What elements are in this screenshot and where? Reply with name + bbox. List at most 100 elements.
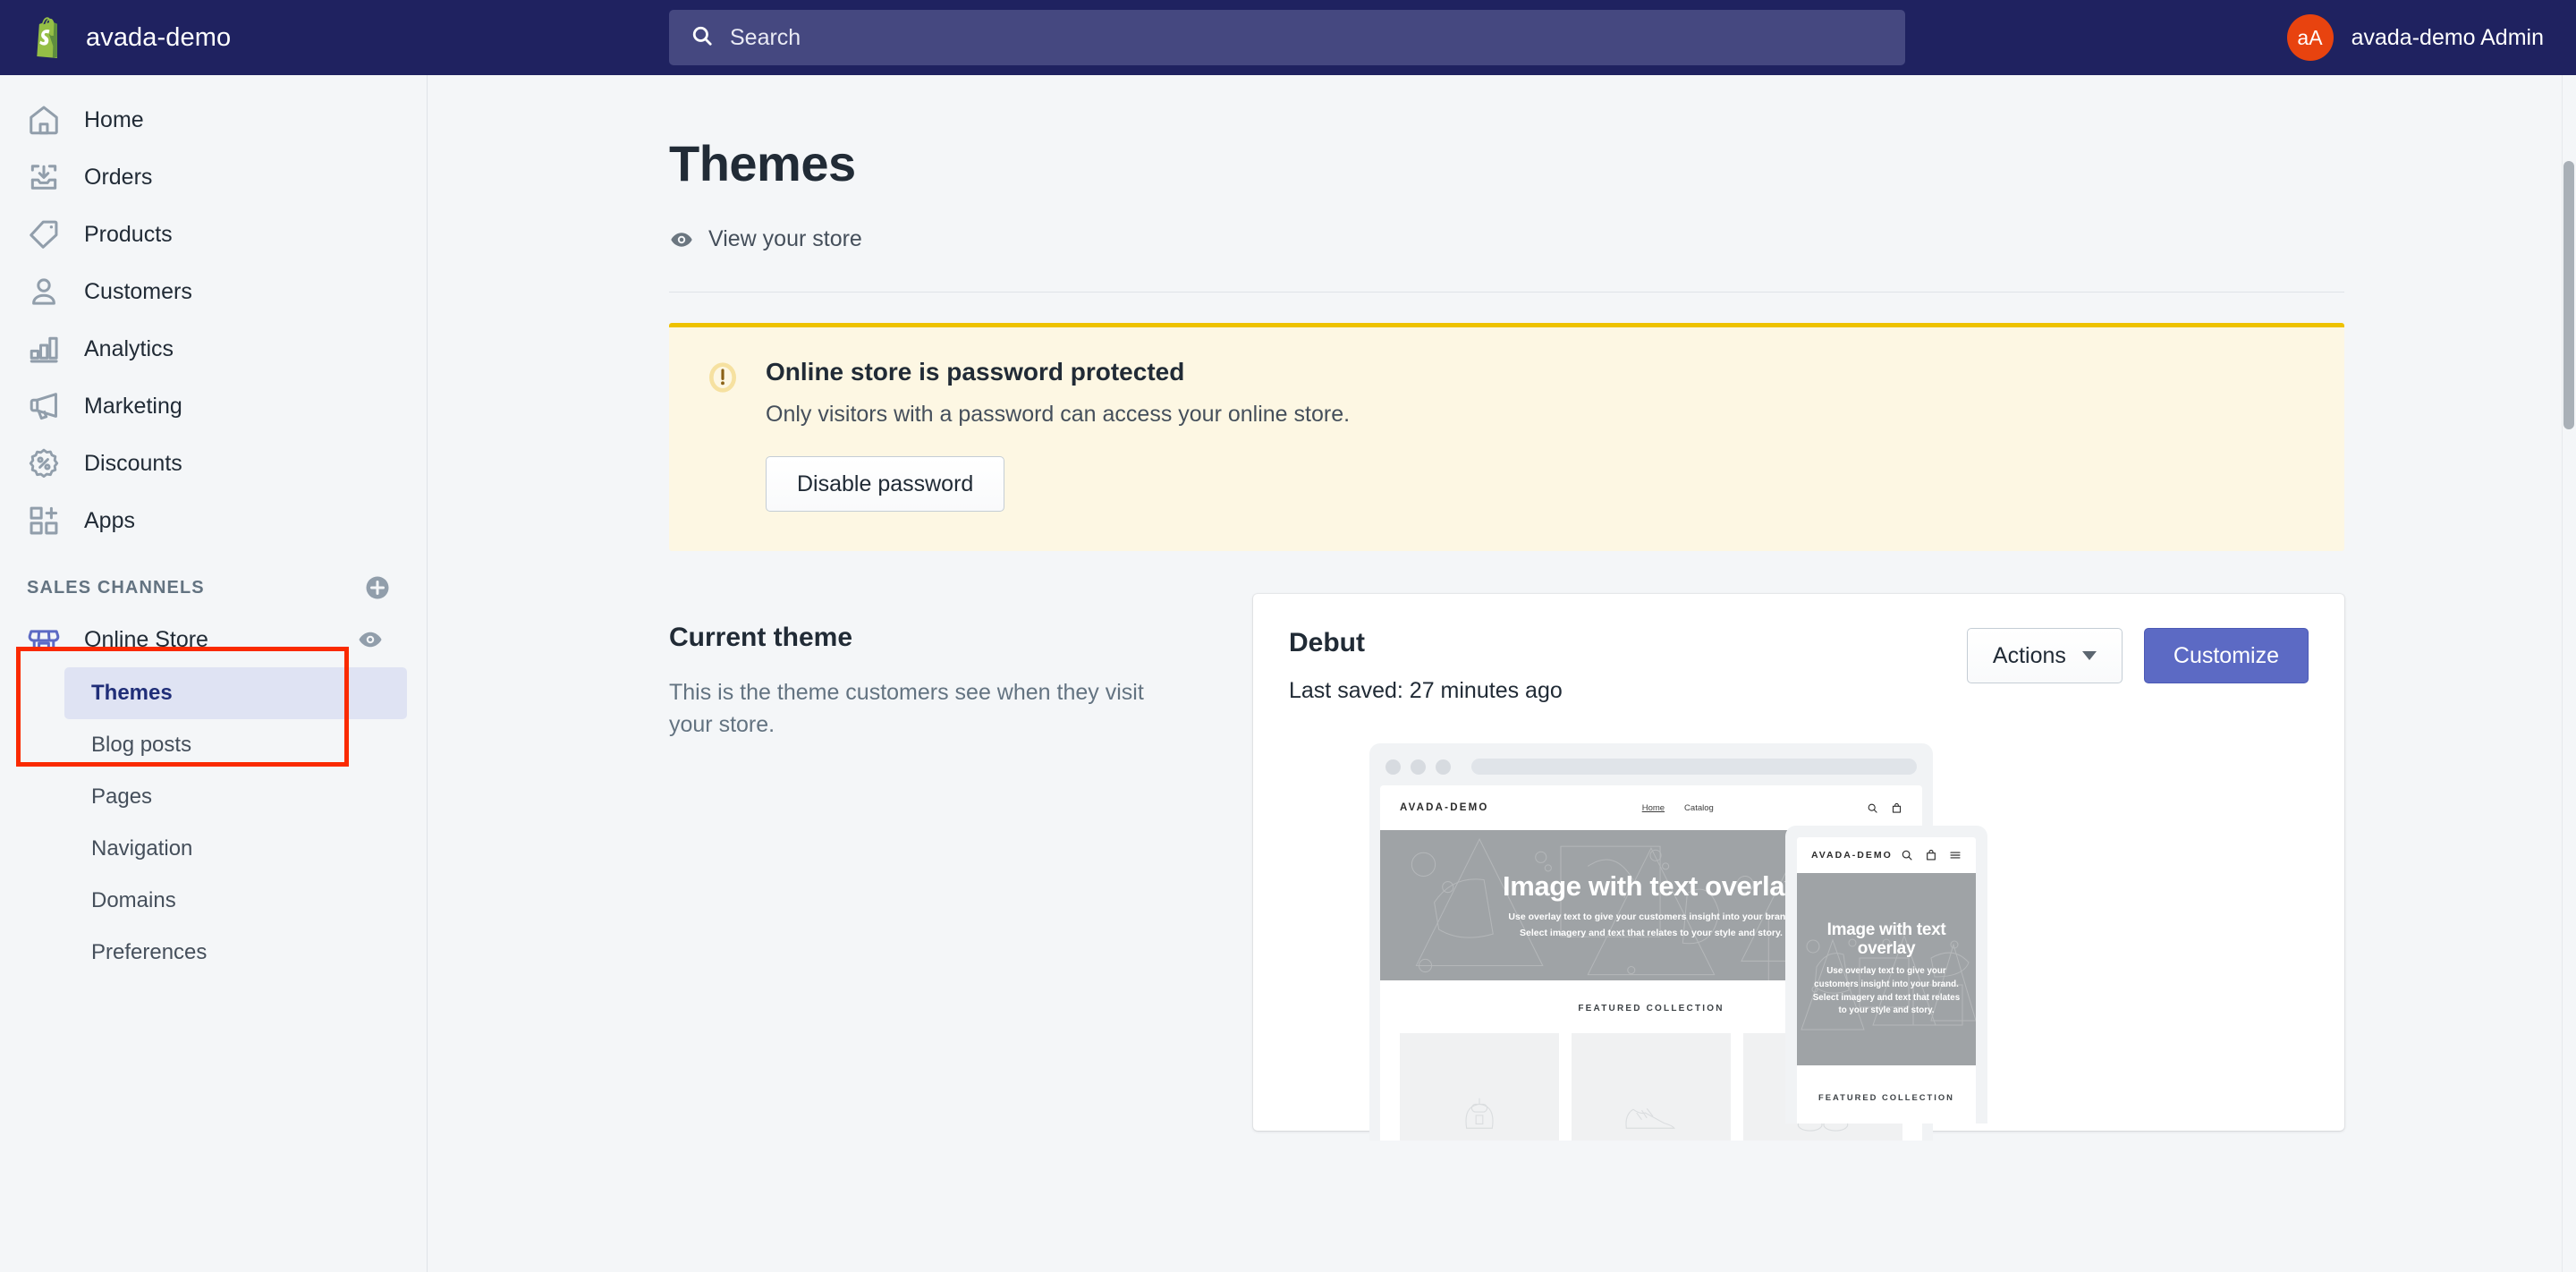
current-theme-description: This is the theme customers see when the… <box>669 680 1144 738</box>
sidebar-item-label: Home <box>84 106 144 132</box>
sidebar-item-navigation[interactable]: Navigation <box>64 823 407 875</box>
mobile-nav-icons <box>1901 849 1962 861</box>
admin-menu[interactable]: aA avada-demo Admin <box>2286 0 2544 75</box>
sidebar-item-label: Marketing <box>84 393 182 419</box>
store-name: avada-demo <box>86 22 232 52</box>
sidebar-item-discounts[interactable]: Discounts <box>0 435 427 492</box>
storefront-link-home[interactable]: Home <box>1642 803 1665 813</box>
mobile-hero-banner: Image with text overlay Use overlay text… <box>1797 873 1976 1065</box>
shopping-bag-icon[interactable] <box>1891 802 1902 814</box>
sidebar-item-domains[interactable]: Domains <box>64 875 407 927</box>
discount-percent-badge-icon <box>27 446 61 480</box>
main-content: Themes View your store Online store is p… <box>428 75 2576 1272</box>
sidebar-item-label: Online Store <box>84 626 208 652</box>
window-dot <box>1411 759 1426 775</box>
admin-name: avada-demo Admin <box>2351 24 2544 50</box>
storefront-icons <box>1867 802 1902 814</box>
customize-button[interactable]: Customize <box>2143 628 2309 683</box>
window-dot <box>1436 759 1451 775</box>
sidebar-item-orders[interactable]: Orders <box>0 148 427 206</box>
orders-inbox-icon <box>27 160 61 194</box>
browser-url-bar <box>1471 759 1917 775</box>
shopify-bag-icon <box>29 17 66 58</box>
view-your-store-label: View your store <box>708 226 862 251</box>
shopping-bag-icon[interactable] <box>1925 849 1937 861</box>
sidebar-subitem-label: Themes <box>91 681 173 705</box>
current-theme-section: Current theme This is the theme customer… <box>669 594 2344 1141</box>
theme-name: Debut <box>1289 628 1365 657</box>
divider <box>669 292 2344 293</box>
backpack-icon <box>1441 1087 1518 1141</box>
sneaker-icon <box>1613 1087 1690 1141</box>
top-bar: avada-demo Search aA avada-demo Admin <box>0 0 2576 75</box>
current-theme-heading: Current theme <box>669 623 853 652</box>
actions-button[interactable]: Actions <box>1966 628 2123 683</box>
search-icon[interactable] <box>1901 849 1913 861</box>
sales-channels-header: SALES CHANNELS <box>0 549 427 612</box>
current-theme-info: Current theme This is the theme customer… <box>669 594 1253 1131</box>
search-icon[interactable] <box>1867 802 1878 814</box>
search-input[interactable]: Search <box>669 10 1905 65</box>
sales-channels-title: SALES CHANNELS <box>27 577 205 598</box>
product-tag-icon <box>27 217 61 251</box>
sidebar-item-customers[interactable]: Customers <box>0 263 427 320</box>
sidebar-item-apps[interactable]: Apps <box>0 492 427 549</box>
sidebar: Home Orders Products Customers Analytics… <box>0 75 428 1272</box>
sidebar-item-blog-posts[interactable]: Blog posts <box>64 719 407 771</box>
disable-password-button[interactable]: Disable password <box>766 456 1005 512</box>
storefront-mobile: AVADA-DEMO Image with text overlay Use o… <box>1797 837 1976 1124</box>
scrollbar-thumb[interactable] <box>2563 161 2574 429</box>
hamburger-menu-icon[interactable] <box>1949 849 1962 861</box>
sidebar-item-pages[interactable]: Pages <box>64 771 407 823</box>
view-your-store-link[interactable]: View your store <box>669 226 2576 252</box>
circle-plus-icon[interactable] <box>364 574 391 601</box>
home-icon <box>27 103 61 137</box>
storefront-link-catalog[interactable]: Catalog <box>1684 803 1714 813</box>
store-brand[interactable]: avada-demo <box>0 0 428 75</box>
sidebar-item-analytics[interactable]: Analytics <box>0 320 427 377</box>
sidebar-item-label: Analytics <box>84 335 174 361</box>
sidebar-subitem-label: Domains <box>91 888 176 912</box>
sidebar-item-products[interactable]: Products <box>0 206 427 263</box>
sidebar-item-online-store[interactable]: Online Store <box>0 612 427 667</box>
storefront-links: Home Catalog <box>1642 803 1714 813</box>
customer-person-icon <box>27 275 61 309</box>
alert-circle-icon <box>705 360 741 512</box>
sidebar-item-preferences[interactable]: Preferences <box>64 927 407 979</box>
theme-last-saved: Last saved: 27 minutes ago <box>1289 678 1563 703</box>
sidebar-subitem-label: Navigation <box>91 836 193 861</box>
mobile-preview[interactable]: AVADA-DEMO Image with text overlay Use o… <box>1785 826 1987 1124</box>
banner-title: Online store is password protected <box>766 358 1185 386</box>
hero-title: Image with text overlay <box>1503 869 1800 902</box>
eye-icon[interactable] <box>357 626 384 653</box>
sidebar-item-label: Products <box>84 221 173 247</box>
page-scrollbar[interactable] <box>2562 75 2576 1272</box>
storefront-logo: AVADA-DEMO <box>1811 850 1893 861</box>
online-store-icon <box>27 623 61 657</box>
mobile-hero-text: Use overlay text to give your customers … <box>1812 966 1961 1016</box>
password-protected-banner: Online store is password protected Only … <box>669 323 2344 551</box>
product-card[interactable] <box>1400 1033 1559 1141</box>
chevron-down-icon <box>2081 651 2097 660</box>
search-placeholder: Search <box>730 24 801 50</box>
theme-preview: AVADA-DEMO Home Catalog Image with text … <box>1289 743 2309 1141</box>
marketing-megaphone-icon <box>27 389 61 423</box>
sidebar-subitem-label: Pages <box>91 784 153 809</box>
theme-card: Debut Last saved: 27 minutes ago Actions… <box>1253 594 2344 1141</box>
actions-label: Actions <box>1992 642 2066 668</box>
sidebar-subitem-label: Blog posts <box>91 733 192 757</box>
page-title: Themes <box>669 135 856 191</box>
analytics-bar-chart-icon <box>27 332 61 366</box>
sidebar-item-label: Orders <box>84 164 153 190</box>
mobile-featured-title: FEATURED COLLECTION <box>1818 1092 1954 1102</box>
avatar: aA <box>2286 14 2334 61</box>
product-card[interactable] <box>1572 1033 1731 1141</box>
hero-subtitle-line1: Use overlay text to give your customers … <box>1508 911 1794 922</box>
storefront-nav: AVADA-DEMO Home Catalog <box>1380 785 1922 830</box>
sidebar-item-marketing[interactable]: Marketing <box>0 377 427 435</box>
sidebar-item-home[interactable]: Home <box>0 91 427 148</box>
hero-subtitle-line2: Select imagery and text that relates to … <box>1520 928 1783 938</box>
banner-text: Only visitors with a password can access… <box>766 402 1351 427</box>
sidebar-item-themes[interactable]: Themes <box>64 667 407 719</box>
sidebar-item-label: Apps <box>84 507 135 533</box>
